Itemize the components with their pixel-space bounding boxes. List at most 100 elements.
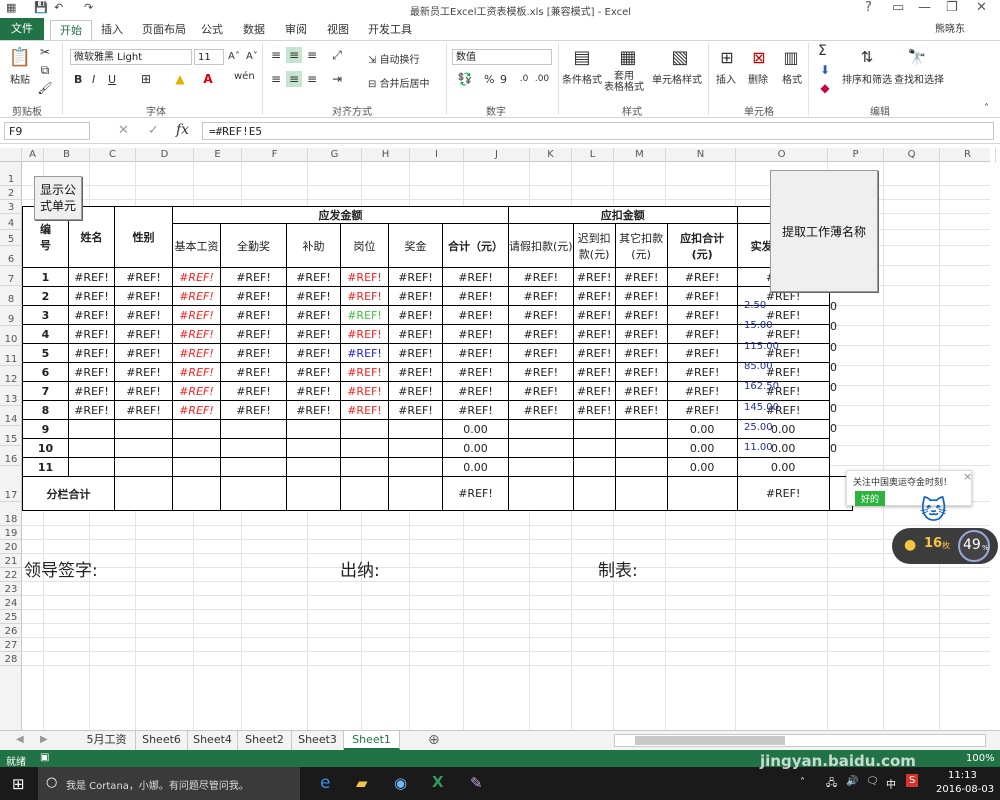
column-header[interactable]: I: [410, 148, 464, 162]
cell-total[interactable]: #REF!: [442, 381, 509, 401]
add-sheet-button[interactable]: ⊕: [428, 732, 440, 748]
insert-function-icon[interactable]: fx: [176, 122, 189, 138]
cell-name[interactable]: #REF!: [68, 381, 115, 401]
cell-total[interactable]: #REF!: [442, 362, 509, 382]
number-format-combo[interactable]: 数值: [452, 49, 552, 65]
file-explorer-icon[interactable]: ▰: [356, 774, 368, 792]
volume-icon[interactable]: 🔊: [846, 776, 858, 787]
paste-label[interactable]: 粘贴: [10, 71, 30, 86]
cell-total[interactable]: 0.00: [442, 438, 509, 458]
cell-post[interactable]: #REF!: [340, 324, 389, 344]
cut-icon[interactable]: ✂: [38, 45, 52, 59]
delete-cells-icon[interactable]: ⊠: [748, 45, 770, 69]
row-header[interactable]: 7: [0, 266, 22, 286]
cell-total[interactable]: #REF!: [442, 343, 509, 363]
cell-late[interactable]: #REF!: [572, 324, 616, 344]
format-cells-icon[interactable]: ▥: [780, 45, 802, 69]
header-other[interactable]: 其它扣款 (元): [614, 223, 668, 268]
header-gender[interactable]: 性别: [114, 206, 173, 268]
column-header[interactable]: E: [194, 148, 242, 162]
cell-empty[interactable]: [614, 476, 668, 511]
row-header[interactable]: 1: [0, 162, 22, 186]
cell-perf[interactable]: #REF!: [220, 362, 287, 382]
cell-no[interactable]: 7: [22, 381, 69, 401]
cell-empty[interactable]: [68, 438, 115, 458]
sheet-tab[interactable]: Sheet6: [136, 731, 188, 750]
tray-app-icon[interactable]: S: [906, 774, 919, 787]
sheet-tab[interactable]: Sheet3: [292, 731, 344, 750]
conditional-format-icon[interactable]: ▤: [570, 45, 594, 69]
cell-empty[interactable]: [388, 476, 443, 511]
row-header[interactable]: 16: [0, 446, 22, 466]
cell-total[interactable]: 0.00: [442, 419, 509, 439]
cell-empty[interactable]: [68, 419, 115, 439]
cell-no[interactable]: 6: [22, 362, 69, 382]
cell-leave[interactable]: #REF!: [508, 324, 574, 344]
cancel-icon[interactable]: ✕: [118, 123, 129, 138]
column-header[interactable]: B: [44, 148, 90, 162]
autosum-button[interactable]: Σ: [818, 43, 827, 59]
copy-icon[interactable]: ⧉: [38, 63, 52, 77]
row-header[interactable]: 6: [0, 246, 22, 266]
tray-up-icon[interactable]: ˄: [800, 777, 805, 788]
increase-decimal-icon[interactable]: .0: [516, 71, 532, 87]
cell-empty[interactable]: [286, 419, 341, 439]
cell-other[interactable]: #REF!: [614, 381, 668, 401]
cell-no[interactable]: 5: [22, 343, 69, 363]
minimize-button[interactable]: —: [918, 0, 931, 15]
row-header[interactable]: 11: [0, 346, 22, 366]
cell-bonus[interactable]: #REF!: [388, 286, 443, 306]
cell-subsidy[interactable]: #REF!: [286, 343, 341, 363]
fill-icon[interactable]: ⬇: [818, 63, 832, 77]
scrollbar-thumb[interactable]: [635, 736, 785, 745]
cell-leave[interactable]: #REF!: [508, 400, 574, 420]
row-header[interactable]: 24: [0, 596, 22, 610]
cell-total[interactable]: #REF!: [442, 267, 509, 287]
excel-taskbar-icon[interactable]: X: [432, 773, 444, 791]
cell-empty[interactable]: [572, 438, 616, 458]
cell-deduct-total[interactable]: #REF!: [666, 343, 738, 363]
cell-no[interactable]: 1: [22, 267, 69, 287]
cell-empty[interactable]: [388, 457, 443, 477]
cell-deduct-total[interactable]: 0.00: [666, 419, 738, 439]
cortana-search-box[interactable]: ○ 我是 Cortana，小娜。有问题尽管问我。: [38, 767, 300, 800]
cell-name[interactable]: #REF!: [68, 362, 115, 382]
row-header[interactable]: 12: [0, 366, 22, 386]
row-header[interactable]: 28: [0, 652, 22, 666]
cell-empty[interactable]: [572, 476, 616, 511]
cell-leave[interactable]: #REF!: [508, 362, 574, 382]
cell-empty[interactable]: [508, 438, 574, 458]
cell-late[interactable]: #REF!: [572, 400, 616, 420]
cell-deduct-total[interactable]: #REF!: [666, 305, 738, 325]
cell-empty[interactable]: [172, 419, 221, 439]
undo-icon[interactable]: ↶: [54, 1, 63, 14]
cell-empty[interactable]: [114, 457, 173, 477]
cell-base[interactable]: #REF!: [172, 305, 221, 325]
row-header[interactable]: 13: [0, 386, 22, 406]
sort-filter-icon[interactable]: ⇅: [856, 45, 878, 69]
clear-icon[interactable]: ◆: [818, 81, 832, 95]
cell-subsidy[interactable]: #REF!: [286, 362, 341, 382]
conditional-format-label[interactable]: 条件格式: [562, 71, 602, 86]
popup-ok-button[interactable]: 好的: [855, 491, 886, 506]
show-formula-button[interactable]: 显示公 式单元: [34, 176, 82, 220]
cell-leave[interactable]: #REF!: [508, 267, 574, 287]
cell-no[interactable]: 4: [22, 324, 69, 344]
row-header[interactable]: 2: [0, 186, 22, 200]
delete-cells-label[interactable]: 删除: [748, 71, 768, 86]
cell-perf[interactable]: #REF!: [220, 343, 287, 363]
header-group-deduct[interactable]: 应扣金额: [508, 206, 738, 224]
cell-other[interactable]: #REF!: [614, 286, 668, 306]
row-header[interactable]: 4: [0, 214, 22, 230]
cell-gender[interactable]: #REF!: [114, 267, 173, 287]
enter-icon[interactable]: ✓: [148, 123, 159, 138]
header-group-pay[interactable]: 应发金额: [172, 206, 509, 224]
cell-name[interactable]: #REF!: [68, 286, 115, 306]
ribbon-display-icon[interactable]: ▭: [892, 0, 904, 15]
cell-bonus[interactable]: #REF!: [388, 343, 443, 363]
cell-deduct-total[interactable]: #REF!: [666, 267, 738, 287]
sheet-tab[interactable]: 5月工资: [78, 731, 136, 750]
cell-empty[interactable]: [340, 457, 389, 477]
cell-empty[interactable]: [286, 438, 341, 458]
cell-empty[interactable]: [614, 438, 668, 458]
